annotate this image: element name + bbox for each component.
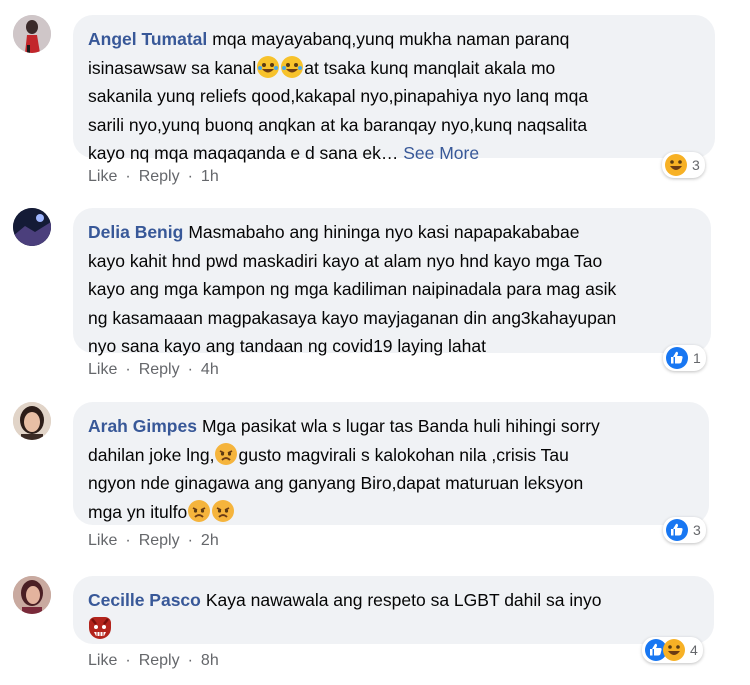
like-button[interactable]: Like xyxy=(88,652,117,669)
reaction-count: 3 xyxy=(692,157,700,173)
comment-text: Masmabaho ang hininga nyo kasi napapakab… xyxy=(188,222,580,242)
comment-text: Mga pasikat wla s lugar tas Banda huli h… xyxy=(201,416,600,436)
separator-dot: · xyxy=(125,168,131,185)
comment-text: ng kasamaaan magpakasaya kayo mayjaganan… xyxy=(88,307,617,328)
reaction-summary[interactable]: 4 xyxy=(642,637,703,663)
reply-button[interactable]: Reply xyxy=(139,168,180,185)
separator-dot: · xyxy=(187,168,193,185)
comment-text: dahilan joke lng, xyxy=(88,444,215,465)
comment-text: kayo ang mga kampon ng mga kadiliman nai… xyxy=(88,279,617,299)
haha-reaction-icon xyxy=(663,639,685,661)
comment-author[interactable]: Cecille Pasco xyxy=(88,590,201,610)
comment-bubble: Angel Tumatal mqa mayayabanq,yunq mukha n… xyxy=(73,15,715,163)
reply-button[interactable]: Reply xyxy=(139,532,180,549)
comment-bubble: Arah Gimpes Mga pasikat wla s lugar tas B… xyxy=(73,402,709,525)
avatar[interactable] xyxy=(13,402,51,440)
comment-actions: Like · Reply · 2h xyxy=(88,532,227,550)
comment-text: isinasawsaw sa kanal xyxy=(88,57,257,78)
like-reaction-icon xyxy=(666,519,688,541)
comment-text: ngyon nde ginagawa ang ganyang Biro,dapa… xyxy=(88,473,584,493)
reaction-summary[interactable]: 1 xyxy=(663,345,706,371)
avatar-image xyxy=(13,208,51,246)
like-button[interactable]: Like xyxy=(88,532,117,549)
avatar[interactable] xyxy=(13,576,51,614)
comment-text: kayo kahit hnd pwd maskadiri kayo at ala… xyxy=(88,250,603,271)
comment-text: kayo nq mqa maqaqanda e d sana ek… xyxy=(88,143,404,163)
separator-dot: · xyxy=(125,532,131,549)
comment-text: mga yn itulfo xyxy=(88,501,188,522)
comment-author[interactable]: Arah Gimpes xyxy=(88,416,197,436)
comment-text: Kaya nawawala ang respeto sa LGBT dahil … xyxy=(205,590,602,610)
see-more-link[interactable]: See More xyxy=(403,143,479,163)
comment-actions: Like · Reply · 4h xyxy=(88,361,227,379)
reply-button[interactable]: Reply xyxy=(139,652,180,669)
haha-reaction-icon xyxy=(665,154,687,176)
angry-emoji-icon xyxy=(212,499,235,522)
separator-dot: · xyxy=(187,652,193,669)
comment-text: sakanila yunq reliefs qood,kakapal nyo,p… xyxy=(88,86,589,106)
angry-emoji-icon xyxy=(215,442,238,465)
like-reaction-icon xyxy=(666,347,688,369)
comment-text: at tsaka kunq manqlait akala mo xyxy=(304,57,556,78)
avatar-image xyxy=(13,576,51,614)
separator-dot: · xyxy=(187,532,193,549)
comment-bubble: Cecille Pasco Kaya nawawala ang respeto s… xyxy=(73,576,714,644)
laughing-crying-emoji-icon xyxy=(257,55,280,78)
comment-text: gusto magvirali s kalokohan nila ,crisis… xyxy=(238,444,569,465)
reply-button[interactable]: Reply xyxy=(139,361,180,378)
comment-actions: Like · Reply · 1h xyxy=(88,168,227,186)
comment-text: nyo sana kayo ang tandaan ng covid19 lay… xyxy=(88,336,486,356)
reaction-summary[interactable]: 3 xyxy=(662,152,705,178)
reaction-count: 1 xyxy=(693,350,701,366)
avatar[interactable] xyxy=(13,15,51,53)
separator-dot: · xyxy=(125,652,131,669)
timestamp[interactable]: 4h xyxy=(201,361,219,378)
avatar-image xyxy=(13,15,51,53)
timestamp[interactable]: 8h xyxy=(201,652,219,669)
reaction-summary[interactable]: 3 xyxy=(663,517,706,543)
reaction-count: 3 xyxy=(693,522,701,538)
comment-author[interactable]: Angel Tumatal xyxy=(88,29,207,49)
comment-text: mqa mayayabanq,yunq mukha naman paranq xyxy=(212,29,570,49)
comment-text: sarili nyo,yunq buonq anqkan at ka baran… xyxy=(88,114,588,135)
timestamp[interactable]: 2h xyxy=(201,532,219,549)
like-button[interactable]: Like xyxy=(88,168,117,185)
angry-emoji-icon xyxy=(188,499,211,522)
reaction-count: 4 xyxy=(690,642,698,658)
comment-bubble: Delia Benig Masmabaho ang hininga nyo kas… xyxy=(73,208,711,356)
separator-dot: · xyxy=(125,361,131,378)
comment-author[interactable]: Delia Benig xyxy=(88,222,183,242)
devil-mask-emoji-icon xyxy=(89,616,111,639)
like-button[interactable]: Like xyxy=(88,361,117,378)
timestamp[interactable]: 1h xyxy=(201,168,219,185)
avatar-image xyxy=(13,402,51,440)
avatar[interactable] xyxy=(13,208,51,246)
comment-actions: Like · Reply · 8h xyxy=(88,652,227,670)
laughing-crying-emoji-icon xyxy=(281,55,304,78)
separator-dot: · xyxy=(187,361,193,378)
